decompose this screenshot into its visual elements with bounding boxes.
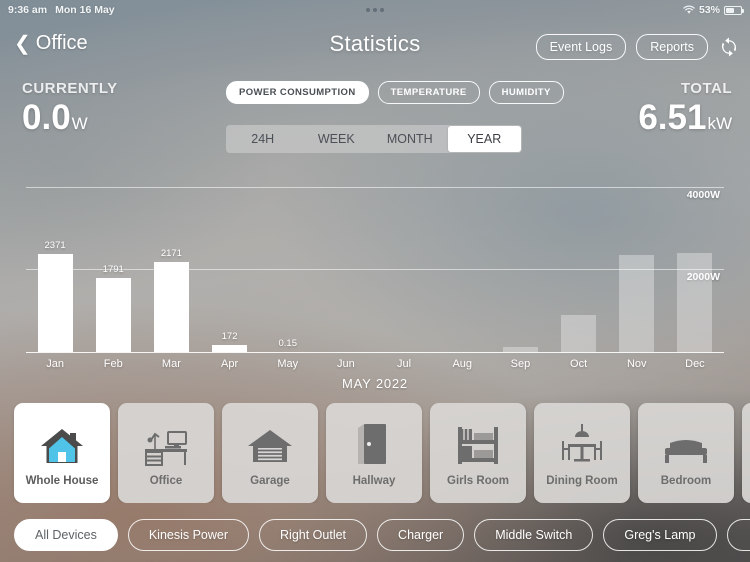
power-chart: 4000W 2000W 2371 Jan 1791 Feb 2171 Mar 172 Apr 0.…: [0, 163, 750, 370]
device-pill-right-outlet[interactable]: Right Outlet: [259, 519, 368, 551]
metric-tab-0[interactable]: POWER CONSUMPTION: [226, 81, 369, 104]
metric-tab-2[interactable]: HUMIDITY: [488, 81, 564, 104]
chart-category-label: Jan: [46, 358, 64, 370]
chart-bar-slot[interactable]: Jun: [317, 163, 375, 370]
chart-bar-slot[interactable]: Jul: [375, 163, 433, 370]
room-tile-label: Dining Room: [546, 474, 618, 487]
room-tile-label: Whole House: [25, 474, 99, 487]
room-tile-label: Garage: [250, 474, 290, 487]
chart-period-label: MAY 2022: [342, 376, 408, 391]
room-tile-label: Girls Room: [447, 474, 509, 487]
dining-table-icon: [557, 420, 607, 466]
chart-bar-value: 2371: [44, 239, 66, 251]
chart-bar-slot[interactable]: 0.15 May: [259, 163, 317, 370]
room-tile-dining-room[interactable]: Dining Room: [534, 403, 630, 503]
room-tile-hallway[interactable]: Hallway: [326, 403, 422, 503]
room-tile-label: Office: [149, 474, 183, 487]
room-tile-label: Bedroom: [660, 474, 712, 487]
chart-category-label: Jul: [397, 358, 412, 370]
room-tile-label: Hallway: [352, 474, 396, 487]
chart-category-label: Sep: [510, 358, 531, 370]
range-tab-2[interactable]: MONTH: [373, 125, 447, 153]
device-pill-middle-switch[interactable]: Middle Switch: [474, 519, 594, 551]
chart-bar-slot[interactable]: Oct: [550, 163, 608, 370]
chart-bar-value: 2171: [160, 248, 182, 260]
wifi-icon: [683, 5, 695, 15]
status-dots-indicator: [0, 0, 750, 20]
currently-value: 0.0: [22, 98, 71, 137]
chart-category-label: Apr: [221, 358, 239, 370]
chart-bar-slot[interactable]: Aug: [433, 163, 491, 370]
chart-bar-value: 172: [221, 330, 238, 342]
chart-bar: [212, 344, 248, 352]
device-filter-list: All Devices Kinesis Power Right Outlet Char…: [0, 517, 750, 553]
total-unit: kW: [707, 114, 732, 133]
chart-category-label: Jun: [337, 358, 355, 370]
navigation-bar: ❮ Office Statistics Event Logs Reports: [0, 20, 750, 70]
bed-icon: [661, 420, 711, 466]
currently-unit: W: [71, 114, 88, 133]
chart-bars: 2371 Jan 1791 Feb 2171 Mar 172 Apr 0.15 May Jun Jul…: [26, 163, 724, 370]
currently-label: CURRENTLY: [22, 80, 118, 97]
reports-button[interactable]: Reports: [636, 34, 708, 60]
nav-actions: Event Logs Reports: [535, 34, 740, 60]
chart-bar: [561, 314, 597, 352]
device-pill-charger[interactable]: Charger: [377, 519, 465, 551]
chart-category-label: Nov: [626, 358, 647, 370]
chart-bar: [37, 253, 73, 352]
total-label: TOTAL: [680, 80, 732, 97]
chart-bar-value: 0.15: [278, 338, 297, 349]
room-tile-office[interactable]: Office: [118, 403, 214, 503]
chart-category-label: Aug: [452, 358, 473, 370]
chart-bar-slot[interactable]: Dec: [666, 163, 724, 370]
range-tab-0[interactable]: 24H: [226, 125, 300, 153]
chart-category-label: Mar: [161, 358, 181, 370]
chart-bar-slot[interactable]: Nov: [608, 163, 666, 370]
chart-bar: [677, 252, 713, 352]
status-bar: 9:36 am Mon 16 May 53%: [0, 0, 750, 20]
chart-bar-slot[interactable]: 2371 Jan: [26, 163, 84, 370]
range-tab-1[interactable]: WEEK: [300, 125, 374, 153]
room-list: Whole House Office Garage Hallway Girls Room…: [0, 403, 750, 503]
battery-icon: [724, 5, 744, 15]
device-pill-all-devices[interactable]: All Devices: [14, 519, 118, 551]
room-tile-girls-room[interactable]: Girls Room: [430, 403, 526, 503]
metric-tab-1[interactable]: TEMPERATURE: [377, 81, 480, 104]
time-range-selector: 24H WEEK MONTH YEAR: [226, 125, 522, 153]
chart-bar: [619, 255, 655, 352]
device-pill-partial[interactable]: [726, 519, 750, 551]
chart-bar-value: 1791: [102, 263, 124, 275]
garage-icon: [246, 420, 294, 466]
range-tab-3[interactable]: YEAR: [447, 126, 521, 152]
total-value: 6.51: [638, 98, 707, 137]
chart-category-label: Feb: [103, 358, 123, 370]
chart-bar: [153, 262, 189, 352]
room-tile-whole-house[interactable]: Whole House: [14, 403, 110, 503]
metric-selector: POWER CONSUMPTION TEMPERATURE HUMIDITY: [226, 81, 564, 104]
currently-value-group: 0.0W: [22, 100, 118, 135]
bunk-bed-icon: [455, 420, 501, 466]
device-pill-kinesis-power[interactable]: Kinesis Power: [127, 519, 250, 551]
total-stat: TOTAL 6.51kW: [638, 80, 732, 135]
room-tile-partial[interactable]: [742, 403, 750, 503]
currently-stat: CURRENTLY 0.0W: [22, 80, 118, 135]
chart-category-label: Oct: [570, 358, 588, 370]
room-tile-garage[interactable]: Garage: [222, 403, 318, 503]
chart-bar: [502, 346, 538, 352]
refresh-icon[interactable]: [718, 36, 740, 58]
event-logs-button[interactable]: Event Logs: [535, 34, 627, 60]
chart-bar-slot[interactable]: 2171 Mar: [142, 163, 200, 370]
chart-category-label: Dec: [685, 358, 705, 370]
chart-bar-slot[interactable]: 172 Apr: [201, 163, 259, 370]
chart-bar-slot[interactable]: Sep: [491, 163, 549, 370]
house-icon: [39, 420, 85, 466]
room-tile-bedroom[interactable]: Bedroom: [638, 403, 734, 503]
device-pill-greg-s-lamp[interactable]: Greg's Lamp: [603, 519, 717, 551]
chart-category-label: May: [277, 358, 299, 370]
desk-icon: [141, 420, 191, 466]
chart-bar-slot[interactable]: 1791 Feb: [84, 163, 142, 370]
door-icon: [356, 420, 392, 466]
total-value-group: 6.51kW: [638, 100, 732, 135]
chart-bar: [95, 277, 131, 352]
